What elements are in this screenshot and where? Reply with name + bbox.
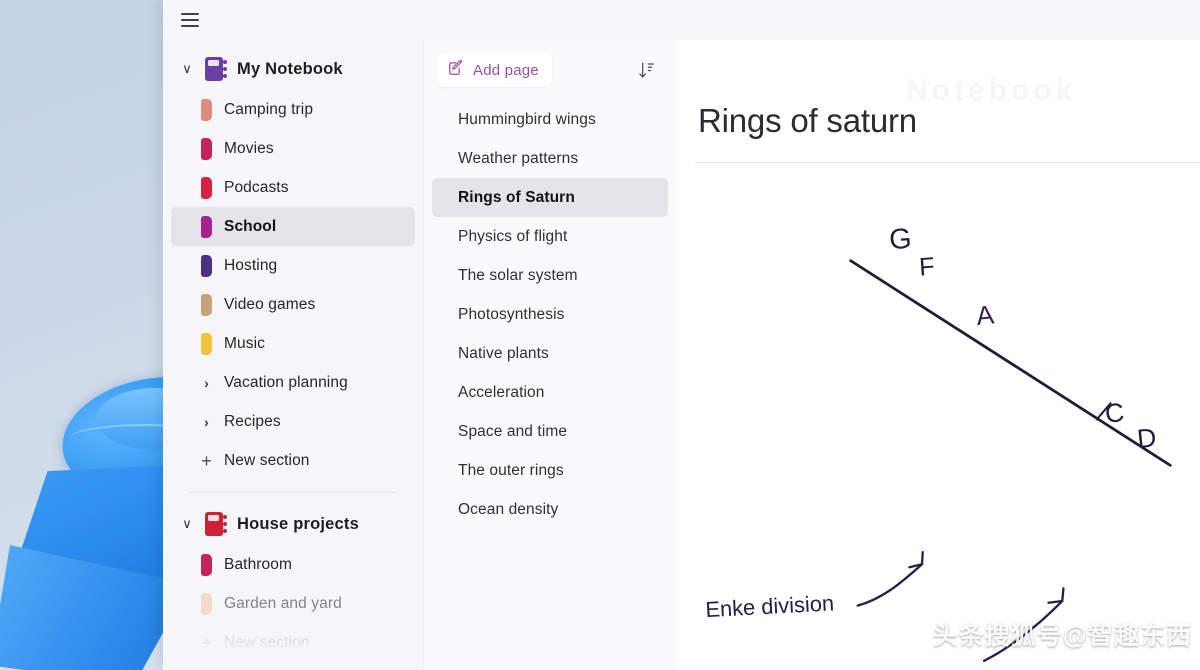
chevron-right-icon[interactable]: › bbox=[201, 414, 212, 430]
page-list-item-physics-of-flight[interactable]: Physics of flight bbox=[432, 217, 668, 256]
hamburger-icon[interactable] bbox=[177, 7, 203, 33]
sort-order-icon[interactable] bbox=[633, 56, 660, 85]
notebook-name: House projects bbox=[237, 514, 359, 533]
sidebar-item-label: Bathroom bbox=[224, 555, 292, 573]
ring-label-D: D bbox=[1136, 422, 1158, 454]
sidebar-item-label: Camping trip bbox=[224, 100, 314, 118]
page-list-item-label: Rings of Saturn bbox=[458, 188, 575, 206]
sidebar-item-new-section[interactable]: + New section bbox=[171, 623, 415, 662]
sidebar-item-video-games[interactable]: Video games bbox=[171, 285, 415, 324]
saturn-rings-diagram: G F A C D Enke division Cassini division bbox=[705, 74, 1200, 670]
add-page-label: Add page bbox=[473, 61, 539, 79]
chevron-down-icon[interactable]: ∨ bbox=[179, 516, 195, 532]
sidebar-item-label: Video games bbox=[224, 295, 316, 313]
section-color-swatch bbox=[201, 592, 212, 615]
page-list-pane: Add page Hummingbird wings Weather patter… bbox=[423, 40, 676, 670]
page-list-item-space-and-time[interactable]: Space and time bbox=[432, 412, 668, 451]
ring-label-F: F bbox=[918, 253, 935, 282]
page-list-item-the-outer-rings[interactable]: The outer rings bbox=[432, 451, 668, 490]
page-list-item-photosynthesis[interactable]: Photosynthesis bbox=[432, 295, 668, 334]
notebook-navigation-pane: ∨ My Notebook Camping trip Movies Podcasts Sc… bbox=[163, 40, 423, 670]
ring-label-G: G bbox=[888, 223, 913, 256]
section-color-swatch bbox=[201, 98, 212, 121]
sidebar-item-label: Garden and yard bbox=[224, 594, 342, 612]
add-page-button[interactable]: Add page bbox=[438, 53, 552, 87]
section-color-swatch bbox=[201, 254, 212, 277]
chevron-right-icon[interactable]: › bbox=[201, 375, 212, 391]
onenote-window: ∨ My Notebook Camping trip Movies Podcasts Sc… bbox=[163, 0, 1200, 670]
section-color-swatch bbox=[201, 176, 212, 199]
plus-icon[interactable]: + bbox=[201, 452, 212, 470]
page-list-item-label: Weather patterns bbox=[458, 149, 579, 167]
ring-label-C: C bbox=[1103, 397, 1125, 429]
notebook-icon bbox=[205, 511, 227, 537]
section-color-swatch bbox=[201, 137, 212, 160]
page-list-item-native-plants[interactable]: Native plants bbox=[432, 334, 668, 373]
page-list-toolbar: Add page bbox=[424, 50, 676, 90]
sidebar-item-vacation-planning[interactable]: › Vacation planning bbox=[171, 363, 415, 402]
ring-label-A: A bbox=[975, 299, 996, 331]
plus-icon[interactable]: + bbox=[201, 634, 212, 652]
notebook-header-house-projects[interactable]: ∨ House projects bbox=[163, 503, 423, 545]
screen: ∨ My Notebook Camping trip Movies Podcasts Sc… bbox=[0, 0, 1200, 670]
sidebar-item-recipes[interactable]: › Recipes bbox=[171, 402, 415, 441]
sidebar-item-garden-and-yard[interactable]: Garden and yard bbox=[171, 584, 415, 623]
page-list-item-label: Hummingbird wings bbox=[458, 110, 596, 128]
sidebar-item-label: Recipes bbox=[224, 412, 281, 430]
desktop-wallpaper bbox=[0, 0, 170, 670]
sidebar-item-movies[interactable]: Movies bbox=[171, 129, 415, 168]
page-list-item-weather-patterns[interactable]: Weather patterns bbox=[432, 139, 668, 178]
section-color-swatch bbox=[201, 553, 212, 576]
edit-page-icon bbox=[447, 59, 464, 80]
sidebar-item-label: Music bbox=[224, 334, 265, 352]
section-color-swatch bbox=[201, 332, 212, 355]
sidebar-item-label: Hosting bbox=[224, 256, 278, 274]
sidebar-item-new-section[interactable]: + New section bbox=[171, 441, 415, 480]
page-list-item-label: Physics of flight bbox=[458, 227, 568, 245]
sidebar-item-label: Movies bbox=[224, 139, 274, 157]
chevron-down-icon[interactable]: ∨ bbox=[179, 61, 195, 77]
section-color-swatch bbox=[201, 215, 212, 238]
page-list-item-rings-of-saturn[interactable]: Rings of Saturn bbox=[432, 178, 668, 217]
page-list-item-acceleration[interactable]: Acceleration bbox=[432, 373, 668, 412]
sidebar-item-label: New section bbox=[224, 633, 310, 651]
sidebar-item-music[interactable]: Music bbox=[171, 324, 415, 363]
page-list-item-label: Photosynthesis bbox=[458, 305, 565, 323]
page-list: Hummingbird wings Weather patterns Rings o… bbox=[424, 90, 676, 529]
section-color-swatch bbox=[201, 293, 212, 316]
sidebar-item-label: New section bbox=[224, 451, 310, 469]
sidebar-item-label: Podcasts bbox=[224, 178, 289, 196]
sidebar-item-label: School bbox=[224, 217, 277, 235]
watermark-bottom: 头条搜狐号@智趣东西 bbox=[932, 622, 1192, 650]
page-list-item-label: Ocean density bbox=[458, 500, 559, 518]
sidebar-item-bathroom[interactable]: Bathroom bbox=[171, 545, 415, 584]
nav-divider bbox=[189, 492, 397, 493]
page-list-item-label: The outer rings bbox=[458, 461, 564, 479]
page-editor: Notebook Rings of saturn G F A C D Enke … bbox=[676, 40, 1200, 670]
title-bar bbox=[163, 0, 1200, 40]
page-list-item-the-solar-system[interactable]: The solar system bbox=[432, 256, 668, 295]
page-list-item-ocean-density[interactable]: Ocean density bbox=[432, 490, 668, 529]
sidebar-item-hosting[interactable]: Hosting bbox=[171, 246, 415, 285]
sidebar-item-podcasts[interactable]: Podcasts bbox=[171, 168, 415, 207]
notebook-name: My Notebook bbox=[237, 59, 343, 78]
notebook-icon bbox=[205, 56, 227, 82]
annotation-enke-division: Enke division bbox=[705, 590, 835, 622]
sidebar-item-label: Vacation planning bbox=[224, 373, 348, 391]
page-list-item-label: Acceleration bbox=[458, 383, 545, 401]
page-list-item-label: The solar system bbox=[458, 266, 578, 284]
page-list-item-label: Space and time bbox=[458, 422, 568, 440]
sidebar-item-camping-trip[interactable]: Camping trip bbox=[171, 90, 415, 129]
page-list-item-label: Native plants bbox=[458, 344, 549, 362]
notebook-header-my-notebook[interactable]: ∨ My Notebook bbox=[163, 48, 423, 90]
sidebar-item-school[interactable]: School bbox=[171, 207, 415, 246]
window-body: ∨ My Notebook Camping trip Movies Podcasts Sc… bbox=[163, 40, 1200, 670]
page-list-item-hummingbird-wings[interactable]: Hummingbird wings bbox=[432, 100, 668, 139]
